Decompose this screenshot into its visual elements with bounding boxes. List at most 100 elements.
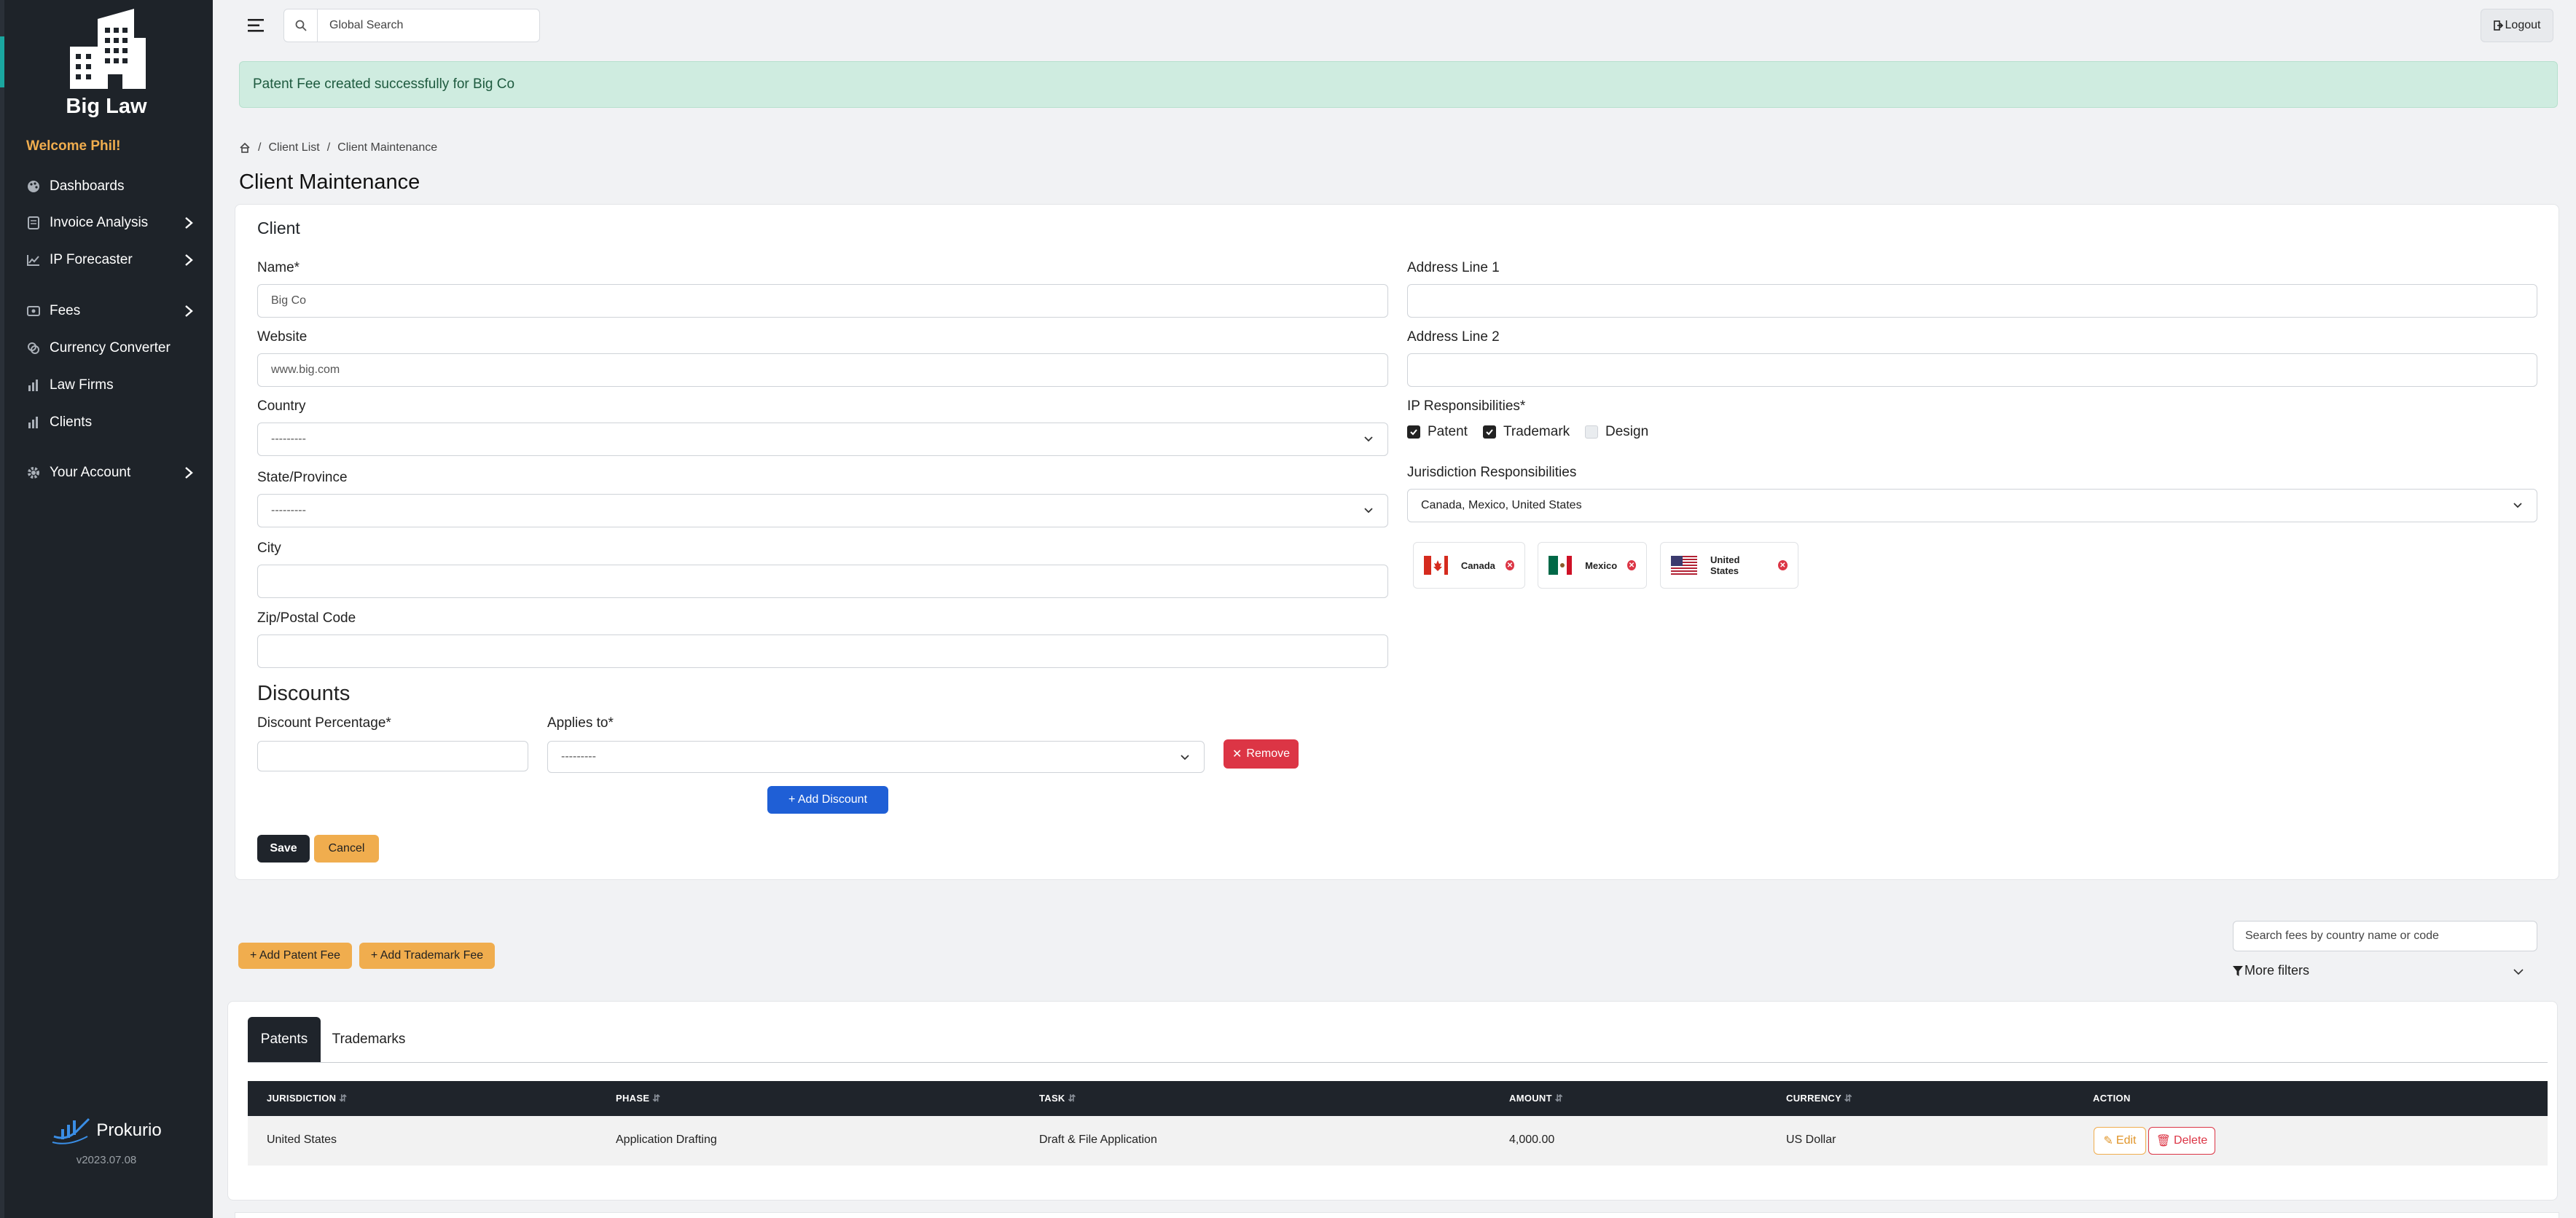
- invoice-icon: [26, 216, 41, 230]
- column-label: JURISDICTION: [267, 1093, 337, 1104]
- logout-label: Logout: [2505, 19, 2541, 31]
- column-jurisdiction[interactable]: JURISDICTION ⇵: [267, 1093, 347, 1104]
- nav-label: Your Account: [50, 465, 131, 480]
- remove-chip-icon[interactable]: ✕: [1505, 560, 1514, 570]
- country-select[interactable]: ---------: [257, 423, 1388, 456]
- design-checkbox[interactable]: Design: [1585, 424, 1648, 440]
- money-icon: [26, 304, 41, 318]
- nav-label: Clients: [50, 414, 93, 430]
- nav-clients[interactable]: Clients: [26, 408, 195, 437]
- nav-law-firms[interactable]: Law Firms: [26, 371, 195, 400]
- checkmark-icon: [1483, 425, 1496, 439]
- prokurio-label: Prokurio: [96, 1120, 162, 1140]
- discount-percentage-field[interactable]: [257, 741, 528, 771]
- jurisdiction-select[interactable]: Canada, Mexico, United States: [1407, 489, 2537, 522]
- nav-invoice-analysis[interactable]: Invoice Analysis: [26, 208, 195, 237]
- breadcrumb: / Client List / Client Maintenance: [239, 141, 437, 154]
- breadcrumb-separator: /: [258, 141, 262, 154]
- gear-icon: [26, 465, 41, 480]
- fee-search-input[interactable]: Search fees by country name or code: [2233, 921, 2537, 951]
- cell-task: Draft & File Application: [1039, 1133, 1157, 1146]
- remove-chip-icon[interactable]: ✕: [1627, 560, 1636, 570]
- column-label: TASK: [1039, 1093, 1065, 1104]
- cancel-button[interactable]: Cancel: [314, 835, 379, 863]
- add-patent-fee-button[interactable]: + Add Patent Fee: [238, 943, 352, 969]
- name-label: Name*: [257, 260, 300, 275]
- bar-chart-icon: [26, 415, 41, 430]
- applies-to-label: Applies to*: [547, 715, 614, 731]
- nav-currency-converter[interactable]: Currency Converter: [26, 334, 195, 363]
- nav-fees[interactable]: Fees: [26, 296, 195, 326]
- website-label: Website: [257, 329, 308, 345]
- chart-line-icon: [26, 253, 41, 267]
- chip-label: United States: [1710, 554, 1740, 576]
- chip-label: Canada: [1460, 559, 1495, 571]
- city-field[interactable]: [257, 565, 1388, 598]
- building-logo-icon: [70, 9, 146, 89]
- tab-patents[interactable]: Patents: [248, 1017, 321, 1062]
- search-icon: [284, 9, 318, 42]
- more-filters-toggle[interactable]: More filters: [2233, 963, 2537, 978]
- sort-icon: ⇵: [339, 1093, 348, 1104]
- jurisdiction-value: Canada, Mexico, United States: [1421, 499, 1582, 511]
- page-title: Client Maintenance: [239, 170, 420, 194]
- edit-button[interactable]: ✎ Edit: [2094, 1127, 2146, 1155]
- cell-currency: US Dollar: [1786, 1133, 1836, 1146]
- breadcrumb-client-list[interactable]: Client List: [268, 141, 319, 154]
- nav-label: IP Forecaster: [50, 252, 133, 267]
- column-action: ACTION: [2093, 1093, 2131, 1104]
- sort-icon: ⇵: [652, 1093, 661, 1104]
- column-label: AMOUNT: [1509, 1093, 1552, 1104]
- name-field[interactable]: Big Co: [257, 284, 1388, 318]
- card-title: Client: [257, 219, 300, 237]
- tab-divider: [248, 1062, 2548, 1063]
- column-label: CURRENCY: [1786, 1093, 1841, 1104]
- hamburger-menu-icon[interactable]: [246, 16, 265, 35]
- address2-field[interactable]: [1407, 353, 2537, 387]
- state-select[interactable]: ---------: [257, 494, 1388, 527]
- chevron-down-icon: [1364, 508, 1373, 514]
- nav-your-account[interactable]: Your Account: [26, 458, 195, 487]
- jurisdiction-chip-mexico: Mexico ✕: [1538, 542, 1647, 589]
- column-amount[interactable]: AMOUNT ⇵: [1509, 1093, 1563, 1104]
- save-button[interactable]: Save: [257, 835, 310, 863]
- tab-trademarks[interactable]: Trademarks: [322, 1017, 415, 1062]
- jurisdiction-chip-canada: Canada ✕: [1413, 542, 1525, 589]
- sidebar: Big Law Welcome Phil! Dashboards Invoice…: [0, 0, 213, 1218]
- zip-field[interactable]: [257, 634, 1388, 668]
- nav-dashboards[interactable]: Dashboards: [26, 172, 195, 201]
- delete-button[interactable]: 🗑 Delete: [2148, 1127, 2215, 1155]
- add-discount-button[interactable]: + Add Discount: [767, 786, 888, 814]
- patent-checkbox[interactable]: Patent: [1407, 424, 1468, 440]
- home-icon[interactable]: [239, 142, 251, 154]
- column-task[interactable]: TASK ⇵: [1039, 1093, 1076, 1104]
- remove-label: Remove: [1246, 747, 1290, 760]
- bar-chart-icon: [26, 378, 41, 393]
- applies-to-select[interactable]: ---------: [547, 741, 1205, 773]
- logout-button[interactable]: Logout: [2481, 9, 2553, 42]
- nav-label: Invoice Analysis: [50, 215, 149, 230]
- trademark-checkbox-label: Trademark: [1503, 424, 1570, 439]
- column-currency[interactable]: CURRENCY ⇵: [1786, 1093, 1852, 1104]
- remove-discount-button[interactable]: ✕ Remove: [1224, 739, 1299, 769]
- jurisdiction-label: Jurisdiction Responsibilities: [1407, 465, 1577, 480]
- nav-label: Fees: [50, 303, 81, 318]
- nav-label: Currency Converter: [50, 340, 171, 355]
- global-search-input[interactable]: Global Search: [283, 9, 540, 42]
- pencil-icon: ✎: [2103, 1135, 2113, 1147]
- trademark-checkbox[interactable]: Trademark: [1483, 424, 1570, 440]
- sidebar-edge-accent: [0, 36, 4, 87]
- chevron-right-icon: [185, 467, 193, 479]
- brand-name: Big Law: [66, 95, 147, 118]
- address1-field[interactable]: [1407, 284, 2537, 318]
- trash-icon: 🗑: [2156, 1135, 2172, 1147]
- design-checkbox-label: Design: [1605, 424, 1649, 439]
- website-field[interactable]: www.big.com: [257, 353, 1388, 387]
- remove-chip-icon[interactable]: ✕: [1777, 560, 1788, 570]
- add-trademark-fee-button[interactable]: + Add Trademark Fee: [359, 943, 495, 969]
- next-card-edge: [235, 1212, 2559, 1218]
- city-label: City: [257, 541, 281, 556]
- column-phase[interactable]: PHASE ⇵: [616, 1093, 660, 1104]
- nav-ip-forecaster[interactable]: IP Forecaster: [26, 245, 195, 275]
- prokurio-brand: Prokurio: [0, 1115, 213, 1147]
